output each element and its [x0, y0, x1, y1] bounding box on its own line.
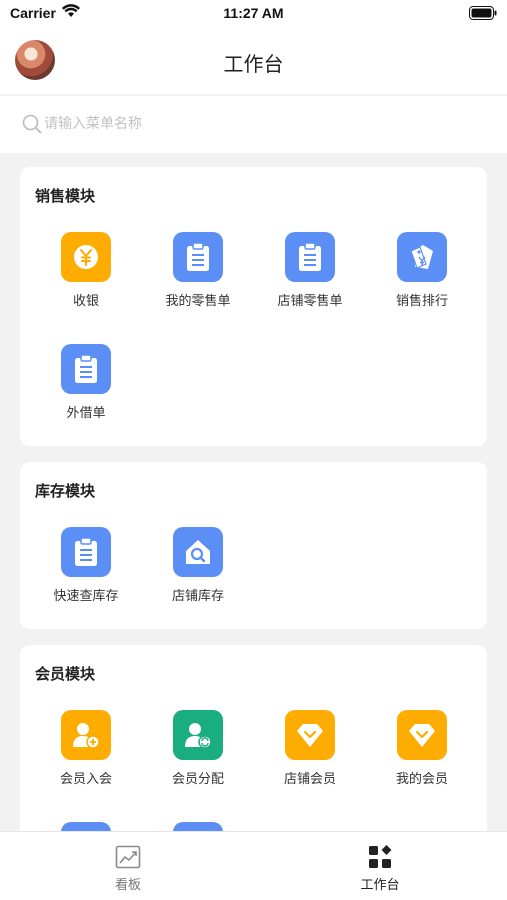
- sales-module-card: 销售模块 收银 我的零售单 店铺零售单 销售排行 外借单: [20, 167, 487, 446]
- tab-dashboard[interactable]: 看板: [53, 832, 203, 900]
- search-bar: [0, 95, 507, 153]
- tab-workbench[interactable]: 工作台: [305, 832, 455, 900]
- search-input[interactable]: [44, 110, 464, 138]
- menu-item-member-assign[interactable]: 会员分配: [142, 710, 254, 800]
- tab-bar: 看板 工作台: [0, 831, 507, 900]
- menu-item-label: 收银: [72, 294, 99, 309]
- user-add-icon: [61, 710, 111, 760]
- tab-label: 看板: [114, 878, 141, 893]
- menu-item-store-retail-orders[interactable]: 店铺零售单: [254, 232, 366, 322]
- clipboard-icon: [285, 232, 335, 282]
- menu-item-cashier[interactable]: 收银: [30, 232, 142, 322]
- menu-item-loan-orders[interactable]: 外借单: [30, 344, 142, 434]
- menu-item-label: 我的会员: [395, 772, 448, 787]
- diamond-icon: [285, 710, 335, 760]
- inventory-module-card: 库存模块 快速查库存 店铺库存: [20, 462, 487, 629]
- menu-item-label: 店铺库存: [171, 589, 224, 604]
- menu-item-label: 销售排行: [395, 294, 448, 309]
- menu-item-label: 我的零售单: [165, 294, 231, 309]
- user-assign-icon: [173, 710, 223, 760]
- menu-item-label: 会员分配: [171, 772, 224, 787]
- yen-icon: [61, 232, 111, 282]
- menu-item-my-retail-orders[interactable]: 我的零售单: [142, 232, 254, 322]
- search-icon: [22, 114, 42, 134]
- status-bar: Carrier 11:27 AM: [0, 0, 507, 28]
- clipboard-icon: [61, 344, 111, 394]
- battery-icon: [469, 6, 497, 20]
- menu-item-quick-stock-check[interactable]: 快速查库存: [30, 527, 142, 617]
- nav-bar: 工作台: [0, 28, 507, 94]
- section-title: 库存模块: [35, 482, 96, 500]
- clipboard-icon: [173, 232, 223, 282]
- page-title: 工作台: [223, 52, 284, 76]
- clipboard-icon: [61, 527, 111, 577]
- clock: 11:27 AM: [223, 5, 284, 21]
- section-title: 销售模块: [35, 187, 96, 205]
- menu-item-store-stock[interactable]: 店铺库存: [142, 527, 254, 617]
- menu-item-member-join[interactable]: 会员入会: [30, 710, 142, 800]
- menu-item-store-members[interactable]: 店铺会员: [254, 710, 366, 800]
- tab-label: 工作台: [360, 878, 400, 893]
- menu-item-label: 会员入会: [59, 772, 112, 787]
- chart-icon: [115, 845, 141, 869]
- menu-item-sales-ranking[interactable]: 销售排行: [366, 232, 478, 322]
- menu-item-my-members[interactable]: 我的会员: [366, 710, 478, 800]
- diamond-icon: [397, 710, 447, 760]
- menu-item-label: 店铺零售单: [277, 294, 343, 309]
- menu-item-label: 外借单: [66, 406, 106, 421]
- grid-icon: [369, 845, 392, 868]
- section-title: 会员模块: [35, 665, 96, 683]
- menu-item-label: 快速查库存: [53, 589, 119, 604]
- price-tag-icon: [397, 232, 447, 282]
- menu-item-label: 店铺会员: [283, 772, 336, 787]
- house-search-icon: [173, 527, 223, 577]
